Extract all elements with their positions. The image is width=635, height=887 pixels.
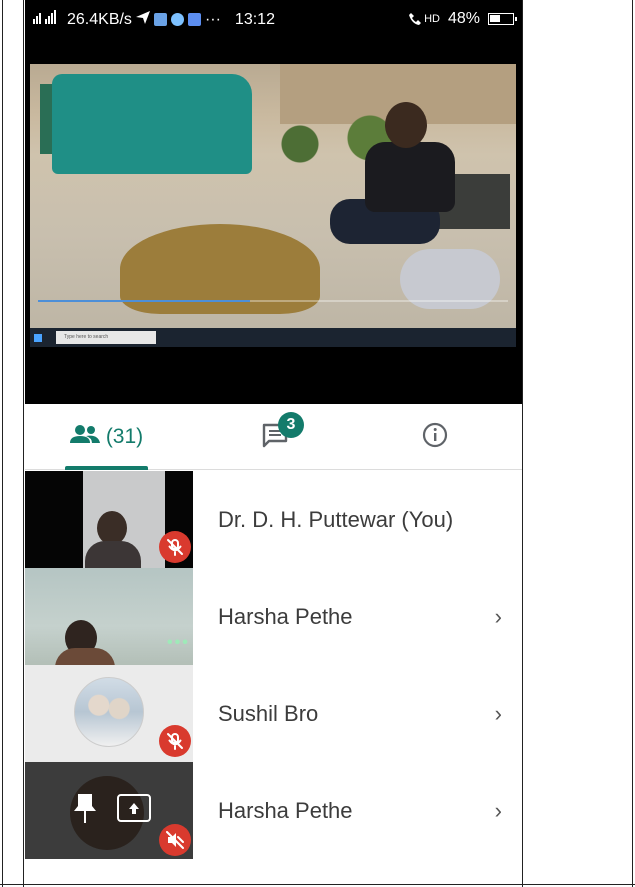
- participant-body: [55, 648, 115, 665]
- participant-name: Harsha Pethe: [218, 798, 353, 823]
- more-notifications: ···: [204, 10, 221, 28]
- participant-row[interactable]: Dr. D. H. Puttewar (You): [25, 471, 522, 568]
- participant-avatar-thumbnail: [25, 665, 193, 762]
- info-icon: [422, 422, 448, 453]
- browser-notification-icon: [170, 13, 184, 26]
- participant-name: Sushil Bro: [218, 701, 319, 726]
- document-border-bottom: [0, 884, 635, 885]
- document-border-right: [522, 0, 635, 887]
- participant-avatar-thumbnail: [25, 762, 193, 859]
- windows-taskbar: Type here to search: [30, 328, 516, 347]
- phone-screen: 26.4KB/s ··· 13:12 HD 48% Type here to s…: [25, 0, 522, 884]
- participant-name: Harsha Pethe: [218, 604, 353, 629]
- tab-people[interactable]: (31): [65, 404, 148, 470]
- call-tabs: (31) 3: [25, 404, 522, 470]
- person-body: [365, 142, 455, 212]
- people-count: (31): [105, 425, 144, 448]
- status-bar: 26.4KB/s ··· 13:12 HD 48%: [25, 0, 522, 42]
- clock: 13:12: [234, 10, 275, 28]
- video-progress-fill: [38, 300, 250, 302]
- green-tarp: [52, 74, 252, 174]
- shared-screen-content: Type here to search: [30, 64, 516, 347]
- pin-icon: [73, 792, 97, 829]
- participant-shoulders: [85, 541, 141, 568]
- participant-face: [97, 511, 127, 545]
- hd-label: HD: [424, 13, 440, 25]
- battery-icon: [488, 13, 517, 25]
- participant-video-thumbnail: [25, 471, 193, 568]
- speaking-indicator: •••: [167, 634, 190, 651]
- windows-start-icon: [34, 333, 42, 342]
- mic-muted-icon: [159, 531, 191, 563]
- app-notification-icon: [187, 13, 201, 26]
- participant-name: Dr. D. H. Puttewar (You): [218, 507, 454, 532]
- send-icon: [135, 10, 150, 29]
- taskbar-search: Type here to search: [56, 331, 156, 344]
- chevron-right-icon[interactable]: ›: [495, 665, 502, 762]
- participant-camera-feed: [83, 471, 165, 568]
- battery-percent: 48%: [447, 10, 480, 27]
- avatar: [74, 677, 144, 747]
- mic-muted-icon: [159, 725, 191, 757]
- participant-row[interactable]: Harsha Pethe ›: [25, 762, 522, 859]
- person-head: [385, 102, 427, 148]
- participant-row[interactable]: ••• Harsha Pethe ›: [25, 568, 522, 665]
- present-screen-icon: [117, 794, 151, 822]
- participants-list: Dr. D. H. Puttewar (You) ••• Harsha Peth…: [25, 471, 522, 859]
- volume-muted-icon: [159, 824, 191, 856]
- tab-info[interactable]: [405, 404, 465, 470]
- document-border-left: [0, 0, 24, 887]
- video-progress-bar[interactable]: [38, 300, 508, 302]
- signal-icon: [33, 10, 63, 29]
- presentation-video[interactable]: Type here to search: [25, 42, 522, 404]
- chat-unread-badge: 3: [278, 412, 304, 438]
- chevron-right-icon[interactable]: ›: [495, 568, 502, 665]
- network-speed: 26.4KB/s: [67, 10, 132, 28]
- participant-video-thumbnail: •••: [25, 568, 193, 665]
- chevron-right-icon[interactable]: ›: [495, 762, 502, 859]
- contacts-notification-icon: [153, 13, 167, 26]
- participant-row[interactable]: Sushil Bro ›: [25, 665, 522, 762]
- tab-chat[interactable]: 3: [245, 404, 305, 470]
- people-icon: [69, 424, 100, 450]
- volte-hd-icon: HD: [408, 12, 440, 26]
